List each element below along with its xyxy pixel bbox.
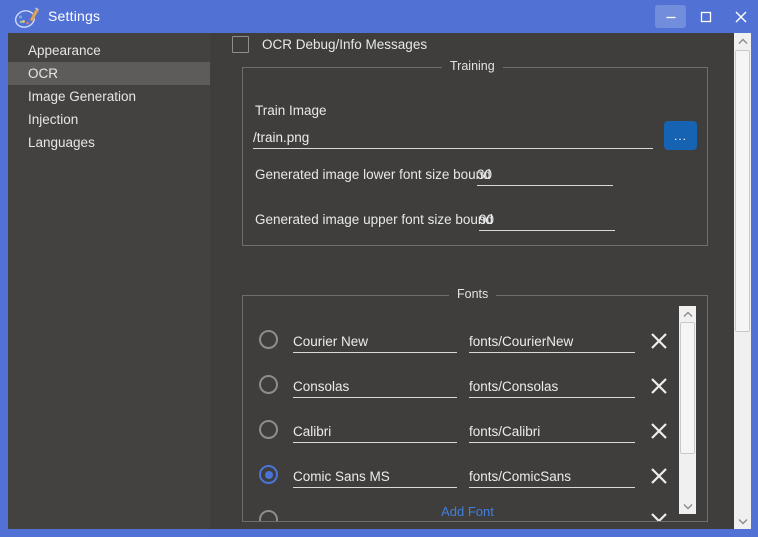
sidebar-item-injection[interactable]: Injection bbox=[8, 108, 210, 131]
font-name-input[interactable]: Calibri bbox=[293, 419, 457, 443]
window-controls bbox=[653, 0, 758, 33]
window-title: Settings bbox=[48, 8, 101, 24]
scrollbar-thumb[interactable] bbox=[735, 50, 750, 332]
training-group: Training Train Image /train.png ... Gene… bbox=[242, 59, 708, 246]
sidebar-item-label: Languages bbox=[28, 135, 95, 150]
scrollbar-thumb[interactable] bbox=[680, 322, 695, 454]
delete-font-button[interactable] bbox=[647, 374, 671, 398]
delete-font-button[interactable] bbox=[647, 419, 671, 443]
close-icon bbox=[651, 468, 667, 484]
maximize-button[interactable] bbox=[690, 5, 721, 28]
sidebar-item-label: Appearance bbox=[28, 43, 101, 58]
train-image-input[interactable]: /train.png bbox=[253, 125, 653, 149]
sidebar-item-image-generation[interactable]: Image Generation bbox=[8, 85, 210, 108]
font-path-input[interactable]: fonts/ComicSans bbox=[469, 464, 635, 488]
ocr-debug-checkbox[interactable] bbox=[232, 36, 249, 53]
ocr-debug-checkbox-row[interactable]: OCR Debug/Info Messages bbox=[232, 36, 427, 53]
sidebar-item-label: Injection bbox=[28, 112, 79, 127]
scroll-up-arrow-icon[interactable] bbox=[679, 306, 696, 322]
scroll-down-arrow-icon[interactable] bbox=[734, 513, 751, 529]
upper-bound-label: Generated image upper font size bound bbox=[255, 212, 493, 227]
delete-font-button[interactable] bbox=[647, 464, 671, 488]
font-row: Consolas fonts/Consolas bbox=[243, 363, 692, 408]
minimize-button[interactable] bbox=[655, 5, 686, 28]
palette-icon bbox=[14, 4, 40, 30]
sidebar-item-label: Image Generation bbox=[28, 89, 137, 104]
font-row: Comic Sans MS fonts/ComicSans bbox=[243, 453, 692, 498]
font-name-input[interactable]: Consolas bbox=[293, 374, 457, 398]
font-path-input[interactable]: fonts/Calibri bbox=[469, 419, 635, 443]
delete-font-button[interactable] bbox=[647, 329, 671, 353]
lower-bound-label: Generated image lower font size bound bbox=[255, 167, 491, 182]
settings-window: Settings Appearance OCR Image Generation bbox=[0, 0, 758, 537]
ocr-debug-label: OCR Debug/Info Messages bbox=[262, 37, 428, 52]
sidebar-item-appearance[interactable]: Appearance bbox=[8, 39, 210, 62]
font-row: Calibri fonts/Calibri bbox=[243, 408, 692, 453]
sidebar-item-languages[interactable]: Languages bbox=[8, 131, 210, 154]
title-bar: Settings bbox=[0, 0, 758, 33]
browse-train-image-button[interactable]: ... bbox=[664, 121, 697, 150]
close-icon bbox=[651, 378, 667, 394]
font-select-radio[interactable] bbox=[259, 465, 278, 484]
font-select-radio[interactable] bbox=[259, 420, 278, 439]
training-group-title: Training bbox=[442, 59, 503, 73]
close-icon bbox=[651, 423, 667, 439]
upper-bound-input[interactable]: 90 bbox=[479, 207, 615, 231]
font-select-radio[interactable] bbox=[259, 375, 278, 394]
scroll-up-arrow-icon[interactable] bbox=[734, 33, 751, 49]
font-select-radio[interactable] bbox=[259, 330, 278, 349]
font-name-input[interactable]: Courier New bbox=[293, 329, 457, 353]
font-name-input[interactable]: Comic Sans MS bbox=[293, 464, 457, 488]
close-icon bbox=[651, 333, 667, 349]
font-path-input[interactable]: fonts/CourierNew bbox=[469, 329, 635, 353]
font-row: Courier New fonts/CourierNew bbox=[243, 318, 692, 363]
sidebar-item-label: OCR bbox=[28, 66, 58, 81]
sidebar: Appearance OCR Image Generation Injectio… bbox=[8, 33, 218, 529]
add-font-link[interactable]: Add Font bbox=[243, 504, 692, 519]
browse-button-label: ... bbox=[673, 128, 687, 143]
close-button[interactable] bbox=[725, 5, 756, 28]
font-path-input[interactable]: fonts/Consolas bbox=[469, 374, 635, 398]
lower-bound-input[interactable]: 30 bbox=[477, 162, 613, 186]
main-scrollbar[interactable] bbox=[734, 33, 751, 529]
sidebar-item-ocr[interactable]: OCR bbox=[8, 62, 210, 85]
train-image-label: Train Image bbox=[255, 103, 327, 118]
fonts-list-scrollbar[interactable] bbox=[679, 306, 696, 514]
fonts-list: Courier New fonts/CourierNew Consolas fo… bbox=[243, 296, 692, 521]
scroll-down-arrow-icon[interactable] bbox=[679, 498, 696, 514]
